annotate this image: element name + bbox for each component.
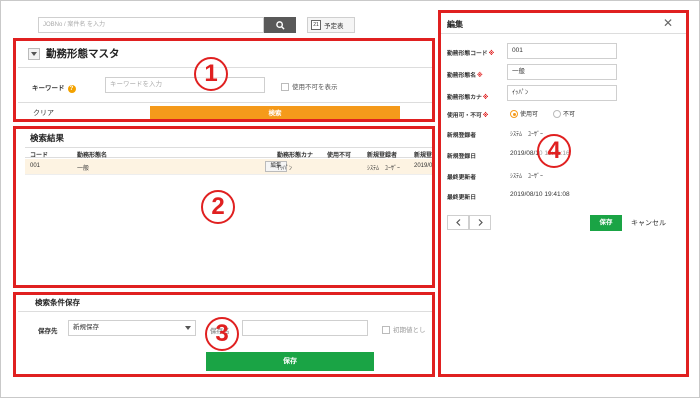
highlight-box-4 bbox=[438, 10, 689, 377]
callout-3: 3 bbox=[205, 317, 239, 351]
search-icon bbox=[275, 20, 285, 30]
schedule-button[interactable]: 21 予定表 bbox=[307, 17, 355, 33]
search-button[interactable] bbox=[264, 17, 296, 33]
job-search-input[interactable]: JOBNo / 案件名 を入力 bbox=[38, 17, 264, 33]
callout-4: 4 bbox=[537, 134, 571, 168]
calendar-icon: 21 bbox=[311, 20, 321, 30]
callout-1: 1 bbox=[194, 57, 228, 91]
schedule-label: 予定表 bbox=[324, 23, 344, 30]
callout-2: 2 bbox=[201, 190, 235, 224]
